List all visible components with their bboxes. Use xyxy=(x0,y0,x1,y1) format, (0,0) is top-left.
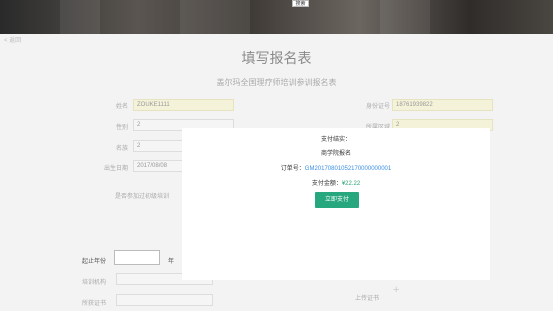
order-number-label: 订单号： xyxy=(280,166,305,172)
id-card-field[interactable]: 18761939822 xyxy=(392,99,493,111)
back-link[interactable]: < 返回 xyxy=(4,35,21,44)
order-number: GM20170801052170000000001 xyxy=(304,166,392,172)
start-year-input[interactable] xyxy=(114,250,160,265)
payment-amount: ¥22.22 xyxy=(341,181,361,187)
name-field[interactable]: ZOUKE1111 xyxy=(133,99,234,111)
name-label: 姓名 xyxy=(115,104,128,110)
upload-certificate-label: 上传证书 xyxy=(355,296,380,302)
start-year-label: 起止年份 xyxy=(82,259,107,265)
form-title: 盖尔玛全国理疗师培训参训报名表 xyxy=(216,78,337,87)
top-banner xyxy=(0,0,553,34)
banner-decoration xyxy=(60,0,100,34)
year-unit-label: 年 xyxy=(168,259,175,265)
payment-item-name: 商学院报名 xyxy=(320,151,351,157)
payment-amount-label: 支付金额： xyxy=(311,181,342,187)
payment-amount-row: 支付金额：¥22.22 xyxy=(182,178,490,187)
id-card-label: 身份证号 xyxy=(365,104,390,110)
certificate-field[interactable] xyxy=(116,294,213,306)
payment-result-label: 支付结实： xyxy=(320,137,351,143)
birth-label: 出生日期 xyxy=(103,166,128,172)
gender-label: 性别 xyxy=(115,125,128,131)
order-number-row: 订单号：GM20170801052170000000001 xyxy=(182,163,490,172)
ethnicity-label: 名族 xyxy=(115,146,128,152)
training-org-label: 培训机构 xyxy=(82,280,107,286)
page-title: 填写报名表 xyxy=(241,50,312,66)
search-button[interactable]: 搜索 xyxy=(292,0,309,7)
add-certificate-icon[interactable]: + xyxy=(393,284,399,296)
pay-now-button[interactable]: 立即支付 xyxy=(315,192,359,208)
banner-decoration xyxy=(180,0,250,34)
certificate-label: 所获证书 xyxy=(82,301,107,307)
banner-decoration xyxy=(380,0,430,34)
attended-training-label: 是否参加过初级培训 xyxy=(115,194,170,200)
